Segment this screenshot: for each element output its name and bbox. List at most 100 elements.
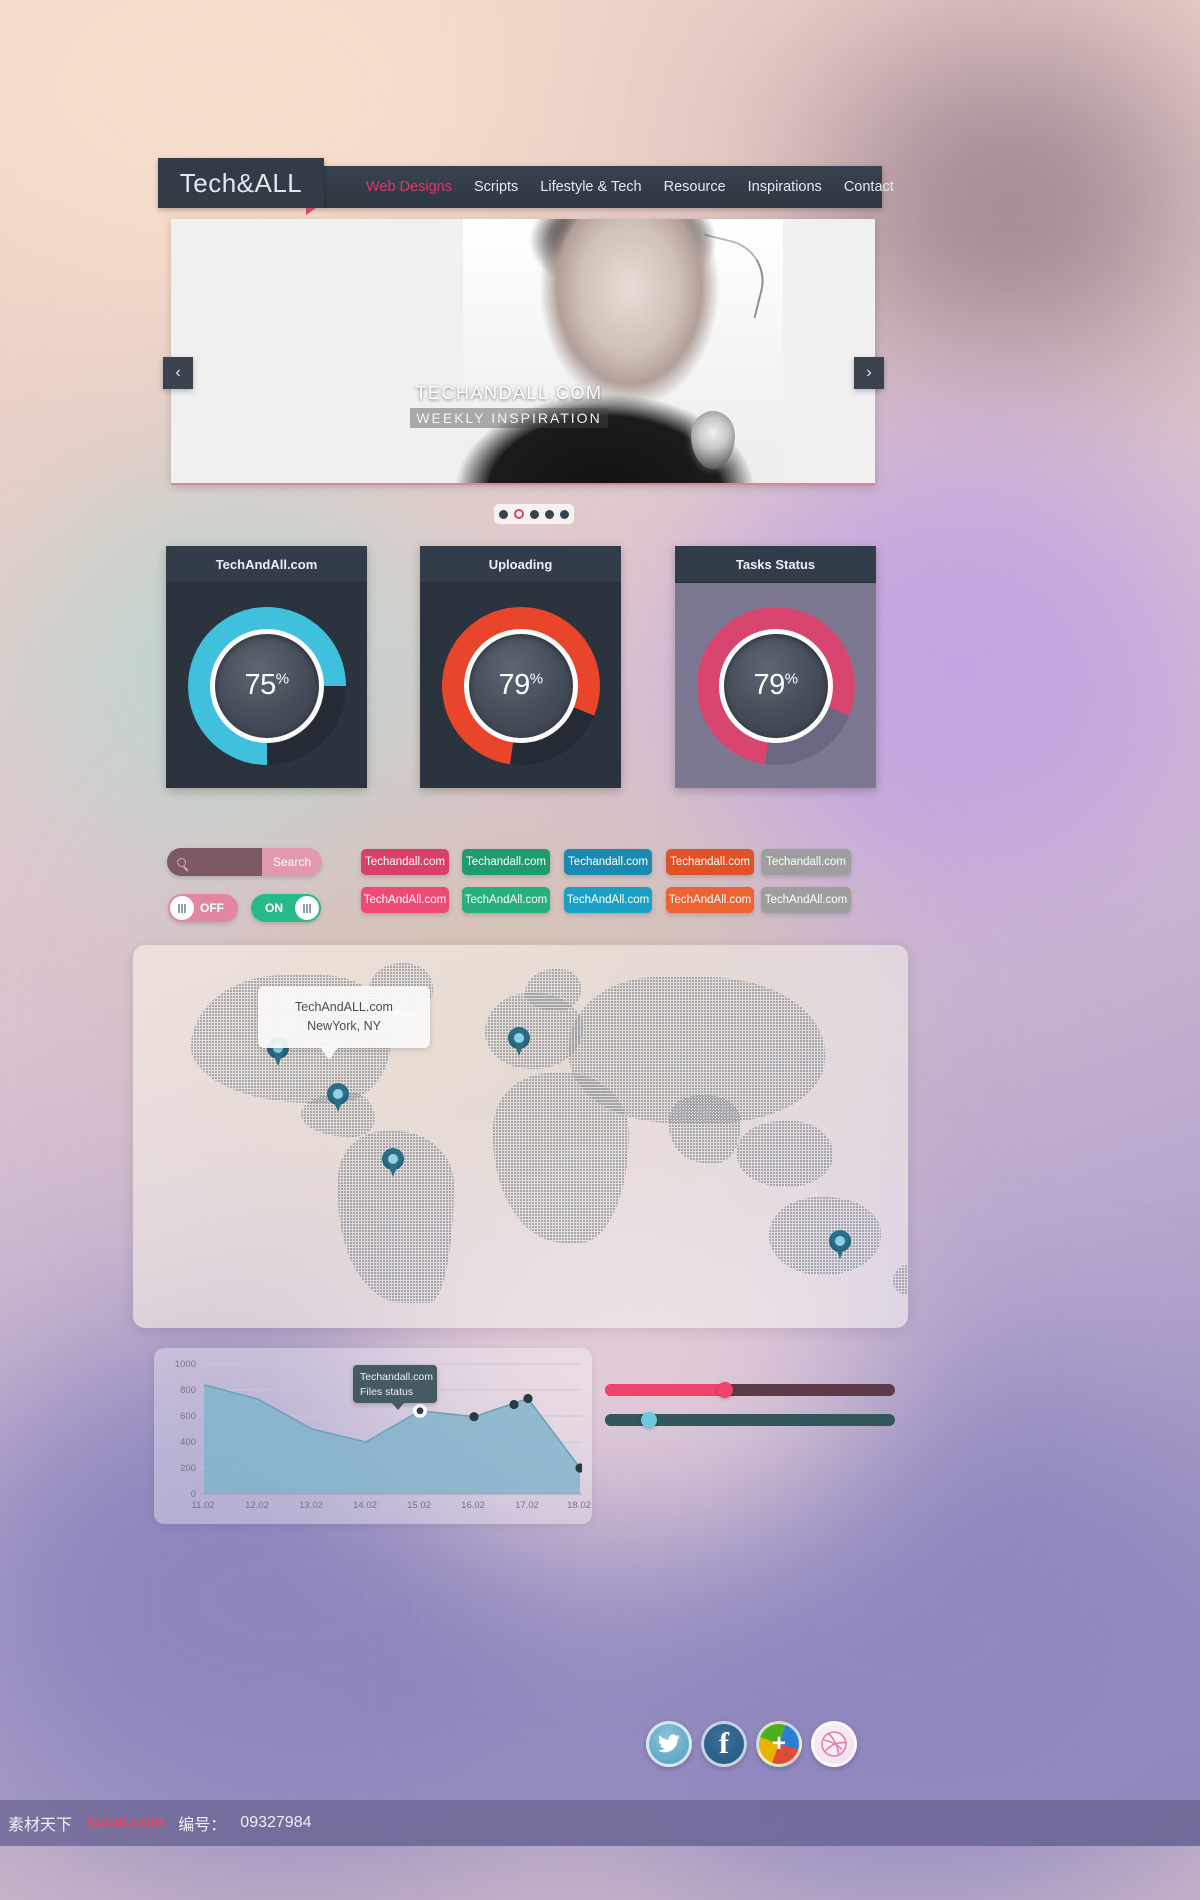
toggle-off-label: OFF [200, 901, 224, 915]
facebook-f-glyph: f [719, 1727, 729, 1760]
gauge-card-body: 75% [166, 583, 367, 788]
social-facebook-icon[interactable]: f [701, 1721, 747, 1767]
nav-item-inspirations[interactable]: Inspirations [748, 179, 822, 195]
x-tick-8: 18.02 [567, 1500, 591, 1511]
slider-pink-thumb[interactable] [717, 1382, 733, 1398]
tag-button-r1c4[interactable]: Techandall.com [666, 849, 754, 875]
tag-button-r2c5[interactable]: TechAndAll.com [761, 887, 851, 913]
pin-tail [388, 1164, 398, 1177]
map-pin-usa-east[interactable] [327, 1083, 349, 1113]
map-pin-south-america[interactable] [382, 1148, 404, 1178]
dribbble-ball-glyph [821, 1731, 847, 1757]
y-tick-200: 200 [180, 1463, 196, 1474]
gauge-card-tasks-status: Tasks Status 79% [675, 546, 876, 788]
site-logo[interactable]: Tech&ALL [158, 158, 324, 215]
toggle-knob-icon [295, 896, 319, 920]
y-tick-1000: 1000 [174, 1359, 196, 1370]
hero-caption-subtitle: WEEKLY INSPIRATION [410, 408, 608, 428]
toggle-on-switch[interactable]: ON [251, 894, 321, 922]
tag-button-r2c1[interactable]: TechAndAll.com [361, 887, 449, 913]
social-google-plus-icon[interactable]: + [756, 1721, 802, 1767]
gauge-card-header: Uploading [420, 546, 621, 583]
landmass-australia [769, 1197, 881, 1275]
gauge-value: 79% [753, 669, 798, 701]
toggle-off-switch[interactable]: OFF [168, 894, 238, 922]
map-tooltip-line1: TechAndALL.com [295, 1000, 393, 1015]
slider-prev-icon[interactable]: ‹ [163, 357, 193, 389]
x-tick-7: 17.02 [515, 1500, 539, 1511]
gauge-card-title: TechAndAll.com [215, 556, 318, 572]
tag-button-r1c5[interactable]: Techandall.com [761, 849, 851, 875]
chart-tooltip: Techandall.com Files status [353, 1365, 437, 1410]
logo-text: Tech&ALL [179, 167, 303, 198]
donut-center: 79% [463, 628, 578, 743]
pin-tail [835, 1246, 845, 1259]
search-input[interactable] [167, 848, 262, 876]
map-pin-europe[interactable] [508, 1027, 530, 1057]
hero-caption-title: TECHANDALL.COM [415, 383, 603, 403]
gauge-card-header: TechAndAll.com [166, 546, 367, 583]
watermark-id: 09327984 [240, 1814, 312, 1831]
x-tick-4: 14.02 [353, 1500, 377, 1511]
gauge-card-body: 79% [675, 583, 876, 788]
gauge-card-body: 79% [420, 583, 621, 788]
gauge-card-techandall: TechAndAll.com 75% [166, 546, 367, 788]
donut-gauge: 79% [441, 606, 600, 765]
tag-button-r2c3[interactable]: TechAndAll.com [564, 887, 652, 913]
donut-center: 75% [209, 628, 324, 743]
tag-button-r1c1[interactable]: Techandall.com [361, 849, 449, 875]
slider-dot-1[interactable] [499, 509, 508, 519]
slider-dot-3[interactable] [530, 509, 539, 519]
twitter-bird-glyph [657, 1734, 680, 1753]
slider-dot-5[interactable] [560, 509, 569, 519]
slider-pink[interactable] [605, 1382, 895, 1398]
y-tick-600: 600 [180, 1411, 196, 1422]
tag-button-r2c2[interactable]: TechAndAll.com [462, 887, 550, 913]
nav-item-contact[interactable]: Contact [844, 179, 894, 195]
hero-image-hair [687, 233, 773, 319]
slider-teal-thumb[interactable] [641, 1412, 657, 1428]
gauge-card-uploading: Uploading 79% [420, 546, 621, 788]
nav-item-scripts[interactable]: Scripts [474, 179, 518, 195]
landmass-southeast-asia [737, 1121, 833, 1187]
watermark-prefix: 素材天下 [8, 1817, 73, 1834]
tag-button-r1c3[interactable]: Techandall.com [564, 849, 652, 875]
landmass-new-zealand [893, 1265, 908, 1295]
slider-dot-2[interactable] [514, 509, 524, 519]
search-button[interactable]: Search [262, 848, 322, 876]
x-tick-2: 12.02 [245, 1500, 269, 1511]
chart-tooltip-line2: Files status [360, 1386, 414, 1399]
pin-tail [514, 1043, 524, 1056]
site-header: Web Designs Scripts Lifestyle & Tech Res… [158, 158, 894, 215]
gauge-card-header: Tasks Status [675, 546, 876, 583]
slider-next-icon[interactable]: › [854, 357, 884, 389]
landmass-india [669, 1095, 741, 1163]
x-tick-6: 16.02 [461, 1500, 485, 1511]
social-twitter-icon[interactable] [646, 1721, 692, 1767]
gauge-card-title: Tasks Status [735, 556, 816, 572]
google-plus-glyph: + [771, 1730, 786, 1757]
watermark-label: 编号： [178, 1817, 227, 1834]
map-tooltip-line2: NewYork, NY [307, 1019, 381, 1033]
y-tick-800: 800 [180, 1385, 196, 1396]
nav-item-web-designs[interactable]: Web Designs [366, 179, 452, 195]
tag-button-r1c2[interactable]: Techandall.com [462, 849, 550, 875]
world-map [133, 945, 908, 1328]
pin-tail [273, 1053, 283, 1066]
social-dribbble-icon[interactable] [811, 1721, 857, 1767]
x-tick-1: 11.02 [191, 1500, 215, 1511]
tag-button-r2c4[interactable]: TechAndAll.com [666, 887, 754, 913]
world-map-panel[interactable] [133, 945, 908, 1328]
slider-teal[interactable] [605, 1412, 895, 1428]
gauge-value: 79% [498, 669, 543, 701]
map-pin-australia[interactable] [829, 1230, 851, 1260]
gauge-card-title: Uploading [488, 556, 553, 572]
nav-item-lifestyle-tech[interactable]: Lifestyle & Tech [540, 179, 641, 195]
search-bar[interactable]: Search [167, 848, 322, 876]
slider-dot-4[interactable] [545, 509, 554, 519]
hero-slider: TECHANDALL.COM WEEKLY INSPIRATION [171, 219, 875, 485]
nav-item-resource[interactable]: Resource [664, 179, 726, 195]
toggle-knob-icon [170, 896, 194, 920]
slider-pink-fill [605, 1384, 724, 1396]
landmass-scandinavia [525, 969, 581, 1011]
